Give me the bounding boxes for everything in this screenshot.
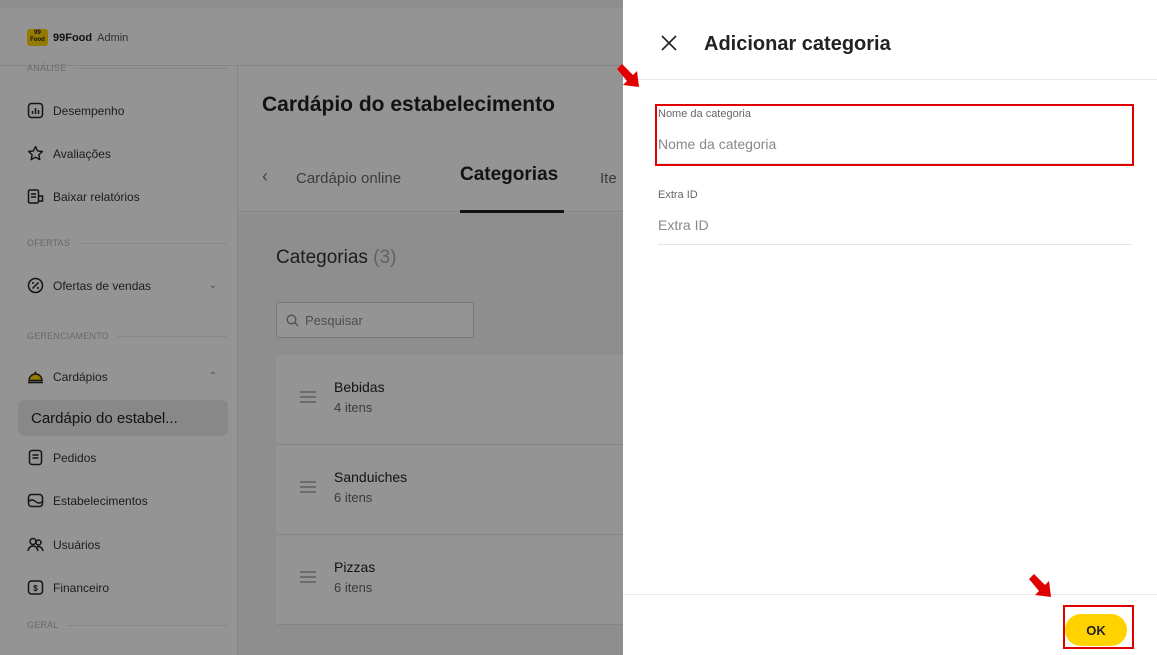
drawer-header: Adicionar categoria [623, 0, 1157, 80]
extra-id-label: Extra ID [658, 189, 698, 201]
modal-backdrop[interactable] [0, 0, 623, 655]
drawer-title: Adicionar categoria [704, 33, 891, 55]
highlight-box-ok-button [1063, 605, 1134, 649]
pointer-arrow-icon [1029, 574, 1051, 597]
extra-id-input[interactable] [658, 212, 1132, 238]
pointer-arrow-icon [617, 64, 639, 87]
close-icon[interactable] [659, 33, 679, 53]
add-category-drawer: Adicionar categoria Nome da categoria Ex… [617, 0, 1157, 655]
extra-id-field: Extra ID [658, 187, 1132, 245]
highlight-box-name-field [655, 104, 1134, 166]
